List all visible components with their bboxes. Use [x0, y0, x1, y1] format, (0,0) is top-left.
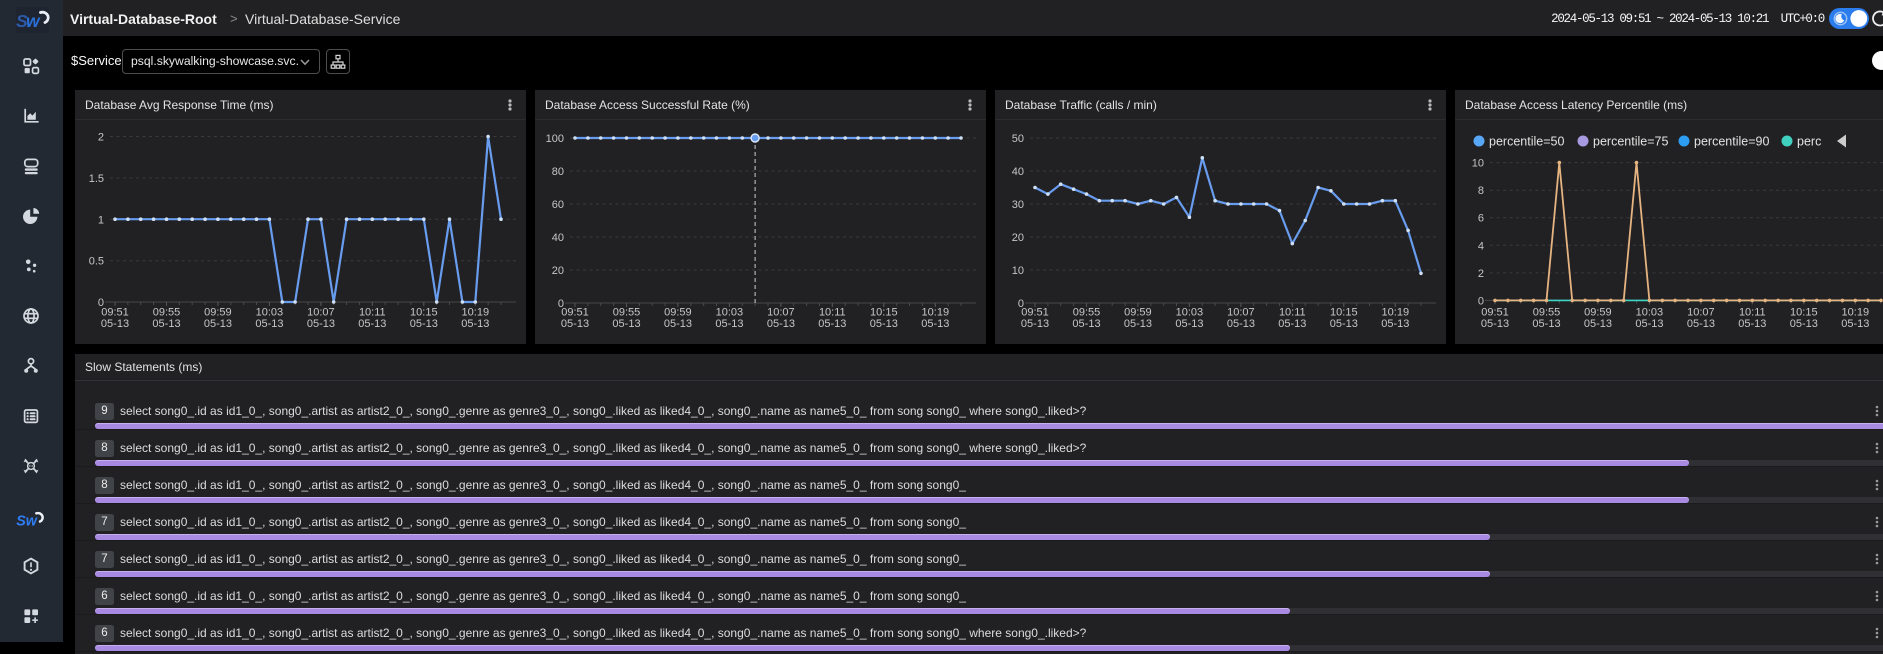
svg-text:05-13: 05-13 — [461, 318, 489, 330]
svg-text:50: 50 — [1012, 133, 1024, 145]
svg-text:05-13: 05-13 — [255, 318, 283, 330]
svg-text:4: 4 — [1478, 240, 1484, 252]
svg-text:10:15: 10:15 — [410, 307, 438, 319]
svg-text:10:15: 10:15 — [870, 307, 898, 319]
svg-text:0.5: 0.5 — [89, 256, 104, 268]
svg-text:05-13: 05-13 — [715, 318, 743, 330]
svg-text:05-13: 05-13 — [921, 318, 949, 330]
svg-text:09:59: 09:59 — [1124, 307, 1152, 319]
svg-text:09:51: 09:51 — [1481, 307, 1509, 319]
svg-text:05-13: 05-13 — [1227, 318, 1255, 330]
svg-text:09:51: 09:51 — [1021, 307, 1049, 319]
svg-text:10:19: 10:19 — [462, 307, 490, 319]
svg-text:05-13: 05-13 — [1790, 318, 1818, 330]
svg-text:10:03: 10:03 — [1636, 307, 1664, 319]
svg-text:100: 100 — [546, 133, 564, 145]
svg-text:Sw: Sw — [16, 513, 38, 529]
svg-text:10:11: 10:11 — [819, 307, 846, 319]
svg-text:05-13: 05-13 — [1072, 318, 1100, 330]
svg-text:09:55: 09:55 — [1073, 307, 1101, 319]
svg-text:10: 10 — [1012, 265, 1024, 277]
svg-text:05-13: 05-13 — [1278, 318, 1306, 330]
svg-text:05-13: 05-13 — [410, 318, 438, 330]
svg-text:09:59: 09:59 — [204, 307, 232, 319]
svg-text:10:11: 10:11 — [1739, 307, 1766, 319]
svg-text:40: 40 — [552, 232, 564, 244]
svg-text:05-13: 05-13 — [1330, 318, 1358, 330]
svg-text:10:07: 10:07 — [307, 307, 335, 319]
svg-text:09:55: 09:55 — [1533, 307, 1561, 319]
svg-text:10:03: 10:03 — [1176, 307, 1204, 319]
svg-text:10:07: 10:07 — [1687, 307, 1715, 319]
svg-text:percentile=90: percentile=90 — [1694, 135, 1769, 149]
svg-text:perc: perc — [1797, 135, 1821, 149]
svg-text:05-13: 05-13 — [818, 318, 846, 330]
svg-text:05-13: 05-13 — [358, 318, 386, 330]
svg-text:1.5: 1.5 — [89, 173, 104, 185]
svg-text:05-13: 05-13 — [1381, 318, 1409, 330]
svg-text:30: 30 — [1012, 199, 1024, 211]
svg-text:05-13: 05-13 — [870, 318, 898, 330]
svg-text:05-13: 05-13 — [204, 318, 232, 330]
svg-text:10:07: 10:07 — [767, 307, 795, 319]
svg-text:2: 2 — [1478, 268, 1484, 280]
svg-text:10:11: 10:11 — [1279, 307, 1306, 319]
svg-text:percentile=50: percentile=50 — [1489, 135, 1564, 149]
svg-text:10: 10 — [1472, 158, 1484, 170]
svg-text:09:59: 09:59 — [1584, 307, 1612, 319]
svg-text:09:51: 09:51 — [101, 307, 129, 319]
svg-text:09:51: 09:51 — [561, 307, 589, 319]
svg-text:05-13: 05-13 — [1584, 318, 1612, 330]
svg-text:05-13: 05-13 — [1481, 318, 1509, 330]
svg-text:2: 2 — [98, 132, 104, 144]
svg-text:09:59: 09:59 — [664, 307, 692, 319]
svg-text:10:19: 10:19 — [922, 307, 950, 319]
svg-text:05-13: 05-13 — [1532, 318, 1560, 330]
svg-text:10:03: 10:03 — [716, 307, 744, 319]
svg-text:05-13: 05-13 — [1124, 318, 1152, 330]
svg-text:05-13: 05-13 — [664, 318, 692, 330]
svg-text:1: 1 — [98, 214, 104, 226]
svg-text:60: 60 — [552, 199, 564, 211]
svg-text:10:11: 10:11 — [359, 307, 386, 319]
svg-text:05-13: 05-13 — [1021, 318, 1049, 330]
svg-text:09:55: 09:55 — [613, 307, 641, 319]
svg-text:05-13: 05-13 — [767, 318, 795, 330]
svg-text:05-13: 05-13 — [101, 318, 129, 330]
svg-text:6: 6 — [1478, 213, 1484, 225]
svg-text:05-13: 05-13 — [1738, 318, 1766, 330]
svg-text:10:19: 10:19 — [1842, 307, 1870, 319]
svg-text:10:19: 10:19 — [1382, 307, 1410, 319]
svg-text:20: 20 — [1012, 232, 1024, 244]
svg-text:05-13: 05-13 — [612, 318, 640, 330]
svg-text:10:15: 10:15 — [1790, 307, 1818, 319]
svg-text:80: 80 — [552, 166, 564, 178]
svg-text:10:03: 10:03 — [256, 307, 284, 319]
svg-text:w: w — [26, 11, 41, 31]
svg-text:05-13: 05-13 — [307, 318, 335, 330]
svg-text:10:07: 10:07 — [1227, 307, 1255, 319]
svg-text:05-13: 05-13 — [152, 318, 180, 330]
svg-text:10:15: 10:15 — [1330, 307, 1358, 319]
svg-text:20: 20 — [552, 265, 564, 277]
svg-text:05-13: 05-13 — [1635, 318, 1663, 330]
svg-text:05-13: 05-13 — [561, 318, 589, 330]
svg-text:05-13: 05-13 — [1841, 318, 1869, 330]
svg-text:percentile=75: percentile=75 — [1593, 135, 1668, 149]
svg-text:8: 8 — [1478, 185, 1484, 197]
svg-text:40: 40 — [1012, 166, 1024, 178]
svg-text:05-13: 05-13 — [1687, 318, 1715, 330]
svg-text:05-13: 05-13 — [1175, 318, 1203, 330]
svg-text:09:55: 09:55 — [153, 307, 181, 319]
